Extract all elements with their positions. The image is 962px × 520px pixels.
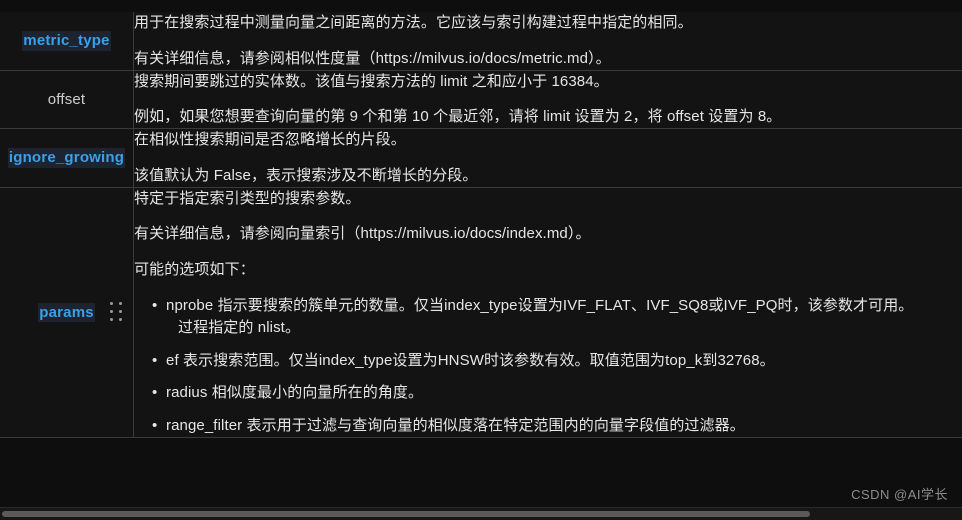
list-item: • ef 表示搜索范围。仅当index_type设置为HNSW时该参数有效。取值… <box>152 350 962 373</box>
search-parameters-table: metric_type 用于在搜索过程中测量向量之间距离的方法。它应该与索引构建… <box>0 12 962 439</box>
description-paragraph: 在相似性搜索期间是否忽略增长的片段。 <box>134 131 406 148</box>
parameter-description-cell: 在相似性搜索期间是否忽略增长的片段。 该值默认为 False，表示搜索涉及不断增… <box>133 128 962 188</box>
parameter-name-cell: ignore_growing <box>0 128 134 188</box>
option-line: range_filter 表示用于过滤与查询向量的相似度落在特定范围内的向量字段… <box>166 416 745 434</box>
description-paragraph: 可能的选项如下： <box>134 261 255 278</box>
parameter-description-cell: 搜索期间要跳过的实体数。该值与搜索方法的 limit 之和应小于 16384。 … <box>133 70 962 129</box>
table-row: ignore_growing 在相似性搜索期间是否忽略增长的片段。 该值默认为 … <box>0 128 962 188</box>
parameter-name-cell: metric_type <box>0 12 134 71</box>
column-resize-grip-icon[interactable] <box>110 302 123 322</box>
horizontal-scrollbar[interactable] <box>0 507 962 520</box>
list-item: • range_filter 表示用于过滤与查询向量的相似度落在特定范围内的向量… <box>152 415 962 438</box>
bullet-icon: • <box>152 351 158 369</box>
parameter-name-ignore-growing[interactable]: ignore_growing <box>7 148 126 168</box>
parameter-name-offset: offset <box>47 90 86 108</box>
option-line: nprobe 指示要搜索的簇单元的数量。仅当index_type设置为IVF_F… <box>166 296 914 314</box>
horizontal-scrollbar-thumb[interactable] <box>2 511 810 517</box>
parameter-description-cell: 特定于指定索引类型的搜索参数。 有关详细信息，请参阅向量索引（https://m… <box>133 187 962 439</box>
bullet-icon: • <box>152 296 158 314</box>
description-paragraph: 有关详细信息，请参阅相似性度量（https://milvus.io/docs/m… <box>134 49 611 67</box>
option-line: 过程指定的 nlist。 <box>178 319 301 337</box>
description-paragraph: 有关详细信息，请参阅向量索引（https://milvus.io/docs/in… <box>134 225 591 243</box>
table-row: params 特定于指定索引类型的搜索参数。 有关详细信息，请参阅向量索引（ht… <box>0 187 962 439</box>
parameter-name-params[interactable]: params <box>38 302 95 323</box>
description-paragraph: 该值默认为 False，表示搜索涉及不断增长的分段。 <box>134 166 478 184</box>
documentation-table-viewport: metric_type 用于在搜索过程中测量向量之间距离的方法。它应该与索引构建… <box>0 0 962 520</box>
option-line: ef 表示搜索范围。仅当index_type设置为HNSW时该参数有效。取值范围… <box>166 351 775 369</box>
table-scroll-container[interactable]: metric_type 用于在搜索过程中测量向量之间距离的方法。它应该与索引构建… <box>0 12 962 508</box>
table-row: metric_type 用于在搜索过程中测量向量之间距离的方法。它应该与索引构建… <box>0 12 962 71</box>
description-paragraph: 例如，如果您想要查询向量的第 9 个和第 10 个最近邻，请将 limit 设置… <box>134 108 782 126</box>
description-paragraph: 用于在搜索过程中测量向量之间距离的方法。它应该与索引构建过程中指定的相同。 <box>134 14 693 31</box>
bullet-icon: • <box>152 384 158 402</box>
description-paragraph: 特定于指定索引类型的搜索参数。 <box>134 189 361 207</box>
bullet-icon: • <box>152 416 158 434</box>
parameter-name-cell: params <box>0 187 134 439</box>
list-item: • nprobe 指示要搜索的簇单元的数量。仅当index_type设置为IVF… <box>152 295 962 340</box>
parameter-name-cell: offset <box>0 70 134 129</box>
option-line: radius 相似度最小的向量所在的角度。 <box>166 384 424 402</box>
table-row: offset 搜索期间要跳过的实体数。该值与搜索方法的 limit 之和应小于 … <box>0 70 962 129</box>
description-paragraph: 搜索期间要跳过的实体数。该值与搜索方法的 limit 之和应小于 16384。 <box>134 72 609 90</box>
list-item: • radius 相似度最小的向量所在的角度。 <box>152 382 962 405</box>
parameter-description-cell: 用于在搜索过程中测量向量之间距离的方法。它应该与索引构建过程中指定的相同。 有关… <box>133 12 962 71</box>
parameter-name-metric-type[interactable]: metric_type <box>22 31 111 51</box>
params-option-list: • nprobe 指示要搜索的簇单元的数量。仅当index_type设置为IVF… <box>134 295 962 438</box>
